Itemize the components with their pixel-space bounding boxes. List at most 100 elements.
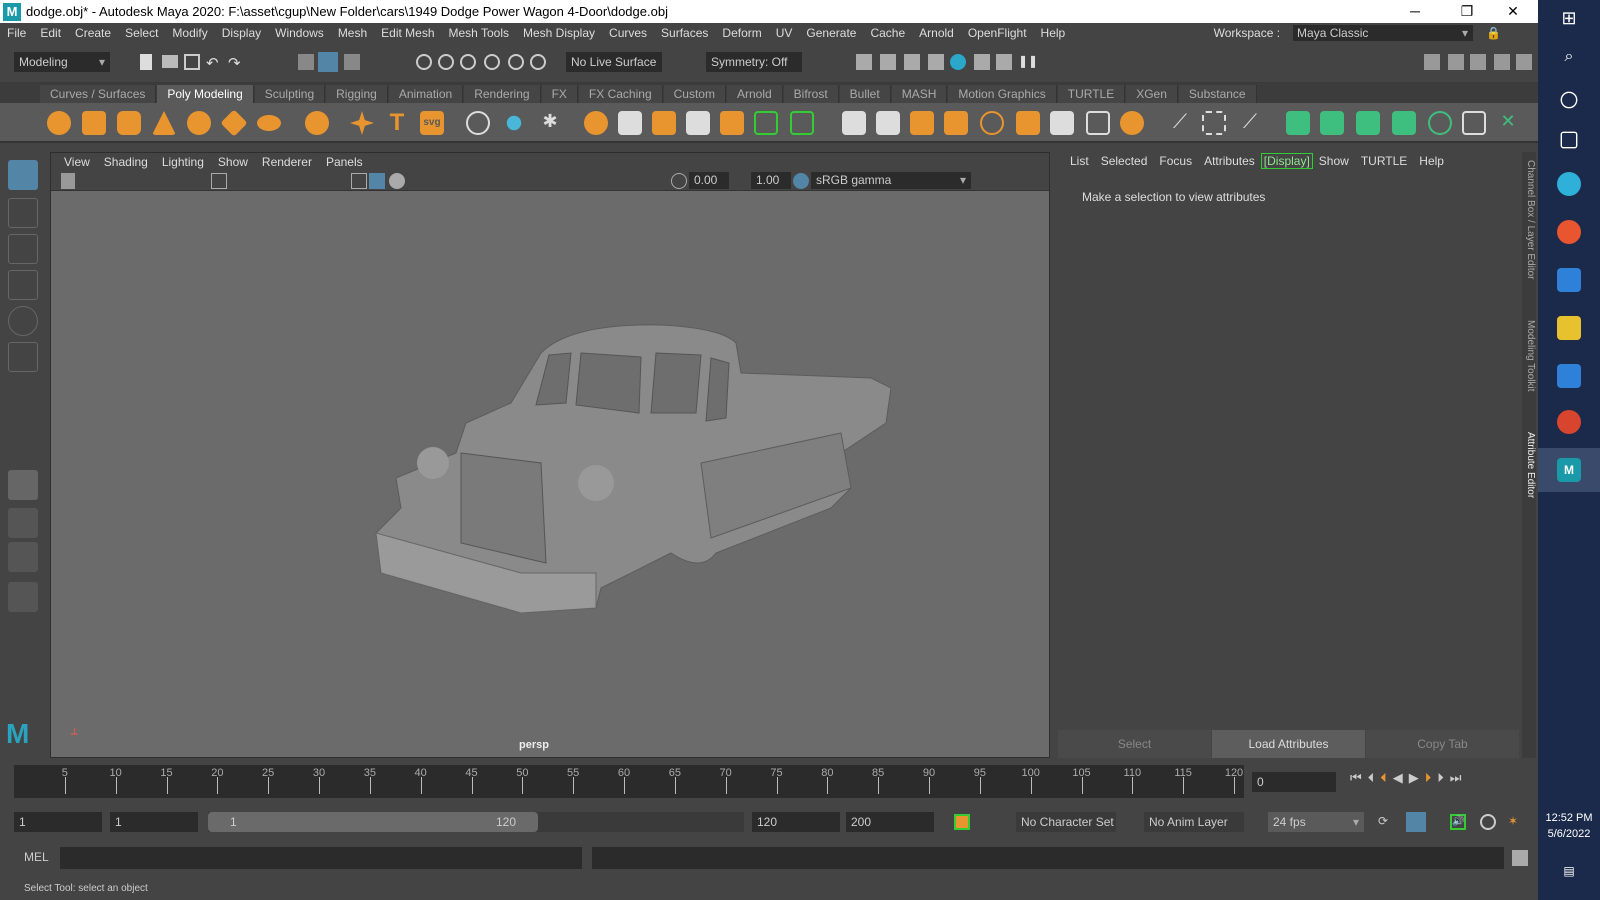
edge-loop-icon[interactable]: [1202, 111, 1226, 135]
cache-playback-icon[interactable]: [1406, 812, 1426, 832]
ipr-render-icon[interactable]: [904, 54, 920, 70]
poly-plane-icon[interactable]: [220, 109, 248, 137]
bridge-icon[interactable]: [754, 111, 778, 135]
windows-start-icon[interactable]: ⊞: [1557, 8, 1581, 32]
multi-cut-icon[interactable]: ⟋: [1168, 111, 1192, 135]
gamma-field[interactable]: 1.00: [751, 172, 791, 189]
platonic-solid-icon[interactable]: [305, 111, 329, 135]
tab-channel-box[interactable]: Channel Box / Layer Editor: [1522, 160, 1536, 280]
vp-menu-shading[interactable]: Shading: [97, 155, 155, 169]
vp-menu-lighting[interactable]: Lighting: [155, 155, 211, 169]
wedge-icon[interactable]: [1086, 111, 1110, 135]
play-backward-icon[interactable]: ◀: [1393, 770, 1403, 786]
boolean-icon[interactable]: [720, 111, 744, 135]
symmetry-dropdown[interactable]: Symmetry: Off: [706, 52, 802, 72]
hypershade-icon[interactable]: [950, 54, 966, 70]
snap-point-icon[interactable]: [460, 54, 476, 70]
restore-button[interactable]: ❐: [1444, 0, 1490, 23]
menu-deform[interactable]: Deform: [715, 26, 768, 40]
sound-icon[interactable]: 🔊: [1450, 814, 1466, 830]
shelf-tab-animation[interactable]: Animation: [388, 85, 464, 103]
exposure-icon[interactable]: [671, 173, 687, 189]
playback-end-field[interactable]: 120: [752, 812, 840, 832]
select-button[interactable]: Select: [1058, 730, 1211, 758]
tab-attribute-editor[interactable]: Attribute Editor: [1522, 432, 1536, 498]
open-scene-icon[interactable]: [162, 55, 178, 68]
snap-vertex-icon[interactable]: [530, 54, 546, 70]
two-view-layout-icon[interactable]: [8, 542, 38, 572]
snap-surface-icon[interactable]: [508, 54, 524, 70]
uv-editor-icon[interactable]: [1462, 111, 1486, 135]
menu-uv[interactable]: UV: [769, 26, 800, 40]
ae-menu-focus[interactable]: Focus: [1153, 154, 1198, 168]
shelf-tab-poly-modeling[interactable]: Poly Modeling: [157, 85, 254, 103]
shelf-tab-sculpting[interactable]: Sculpting: [254, 85, 326, 103]
human-ik-icon[interactable]: [1448, 54, 1464, 70]
outliner-layout-icon[interactable]: [8, 582, 38, 612]
move-tool-icon[interactable]: [8, 270, 38, 300]
tool-settings-icon[interactable]: [1494, 54, 1510, 70]
shelf-tab-substance[interactable]: Substance: [1178, 85, 1257, 103]
snap-view-icon[interactable]: [484, 54, 500, 70]
super-shape-icon[interactable]: [350, 111, 374, 135]
ae-menu-list[interactable]: List: [1064, 154, 1095, 168]
ae-menu-help[interactable]: Help: [1413, 154, 1450, 168]
ae-menu-display[interactable]: [Display]: [1260, 153, 1313, 169]
uv-unfold-icon[interactable]: [1428, 111, 1452, 135]
auto-key-icon[interactable]: [954, 814, 970, 830]
cortana-icon[interactable]: [1560, 91, 1578, 109]
chrome-icon[interactable]: [1557, 410, 1581, 434]
menu-edit[interactable]: Edit: [33, 26, 68, 40]
notification-icon[interactable]: ▤: [1557, 864, 1581, 888]
arnold-ipr-icon[interactable]: [996, 54, 1012, 70]
play-forward-icon[interactable]: ▶: [1409, 770, 1419, 786]
store-icon[interactable]: [1557, 268, 1581, 292]
copy-tab-button[interactable]: Copy Tab: [1366, 730, 1519, 758]
current-frame-field[interactable]: 0: [1252, 772, 1336, 792]
type-tool-icon[interactable]: T: [385, 111, 409, 135]
shelf-tab-custom[interactable]: Custom: [663, 85, 726, 103]
playback-start-field[interactable]: 1: [110, 812, 198, 832]
task-view-icon[interactable]: [1560, 131, 1578, 149]
poly-sphere-icon[interactable]: [47, 111, 71, 135]
animation-preferences-icon[interactable]: [1480, 814, 1496, 830]
chamfer-icon[interactable]: [1120, 111, 1144, 135]
menu-windows[interactable]: Windows: [268, 26, 331, 40]
vp-menu-renderer[interactable]: Renderer: [255, 155, 319, 169]
poly-cylinder-icon[interactable]: [117, 111, 141, 135]
menu-create[interactable]: Create: [68, 26, 118, 40]
poly-torus-icon[interactable]: [187, 111, 211, 135]
select-object-icon[interactable]: [318, 52, 338, 72]
shelf-tab-bifrost[interactable]: Bifrost: [783, 85, 839, 103]
step-back-icon[interactable]: ⏴: [1368, 770, 1375, 786]
range-slider-track[interactable]: 1 120: [208, 812, 744, 832]
ae-menu-attributes[interactable]: Attributes: [1198, 154, 1261, 168]
anim-layer-dropdown[interactable]: No Anim Layer: [1144, 812, 1244, 832]
step-forward-key-icon[interactable]: ⏵: [1425, 770, 1432, 786]
minimize-button[interactable]: ─: [1392, 0, 1438, 23]
extract-icon[interactable]: [618, 111, 642, 135]
step-forward-icon[interactable]: ⏵: [1437, 770, 1444, 786]
vp-menu-view[interactable]: View: [57, 155, 97, 169]
menu-help[interactable]: Help: [1034, 26, 1073, 40]
uv-cylindrical-icon[interactable]: [1320, 111, 1344, 135]
uv-layout-icon[interactable]: ✕: [1496, 111, 1520, 135]
workspace-dropdown[interactable]: Maya Classic: [1293, 25, 1474, 41]
menu-select[interactable]: Select: [118, 26, 165, 40]
search-icon[interactable]: ⌕: [1557, 48, 1581, 72]
extrude-icon[interactable]: [842, 111, 866, 135]
menu-curves[interactable]: Curves: [602, 26, 654, 40]
arnold-render-icon[interactable]: [974, 54, 990, 70]
offset-loop-icon[interactable]: ⟋: [1238, 111, 1262, 135]
time-slider-bar[interactable]: 5 10 15 20 25 30 35 40 45 50 55 60 65 70 75 80 85 90 95 100…: [14, 765, 1244, 798]
menu-mesh[interactable]: Mesh: [331, 26, 374, 40]
shelf-tab-arnold[interactable]: Arnold: [726, 85, 783, 103]
dodge-truck-model[interactable]: [371, 313, 891, 613]
shelf-tab-rendering[interactable]: Rendering: [464, 85, 541, 103]
smooth-shade-icon[interactable]: [369, 173, 385, 189]
loop-icon[interactable]: ⟳: [1378, 814, 1394, 830]
fill-hole-icon[interactable]: [790, 111, 814, 135]
snap-grid-icon[interactable]: [416, 54, 432, 70]
edge-icon[interactable]: [1557, 172, 1581, 196]
colorspace-dropdown[interactable]: sRGB gamma: [811, 172, 971, 189]
